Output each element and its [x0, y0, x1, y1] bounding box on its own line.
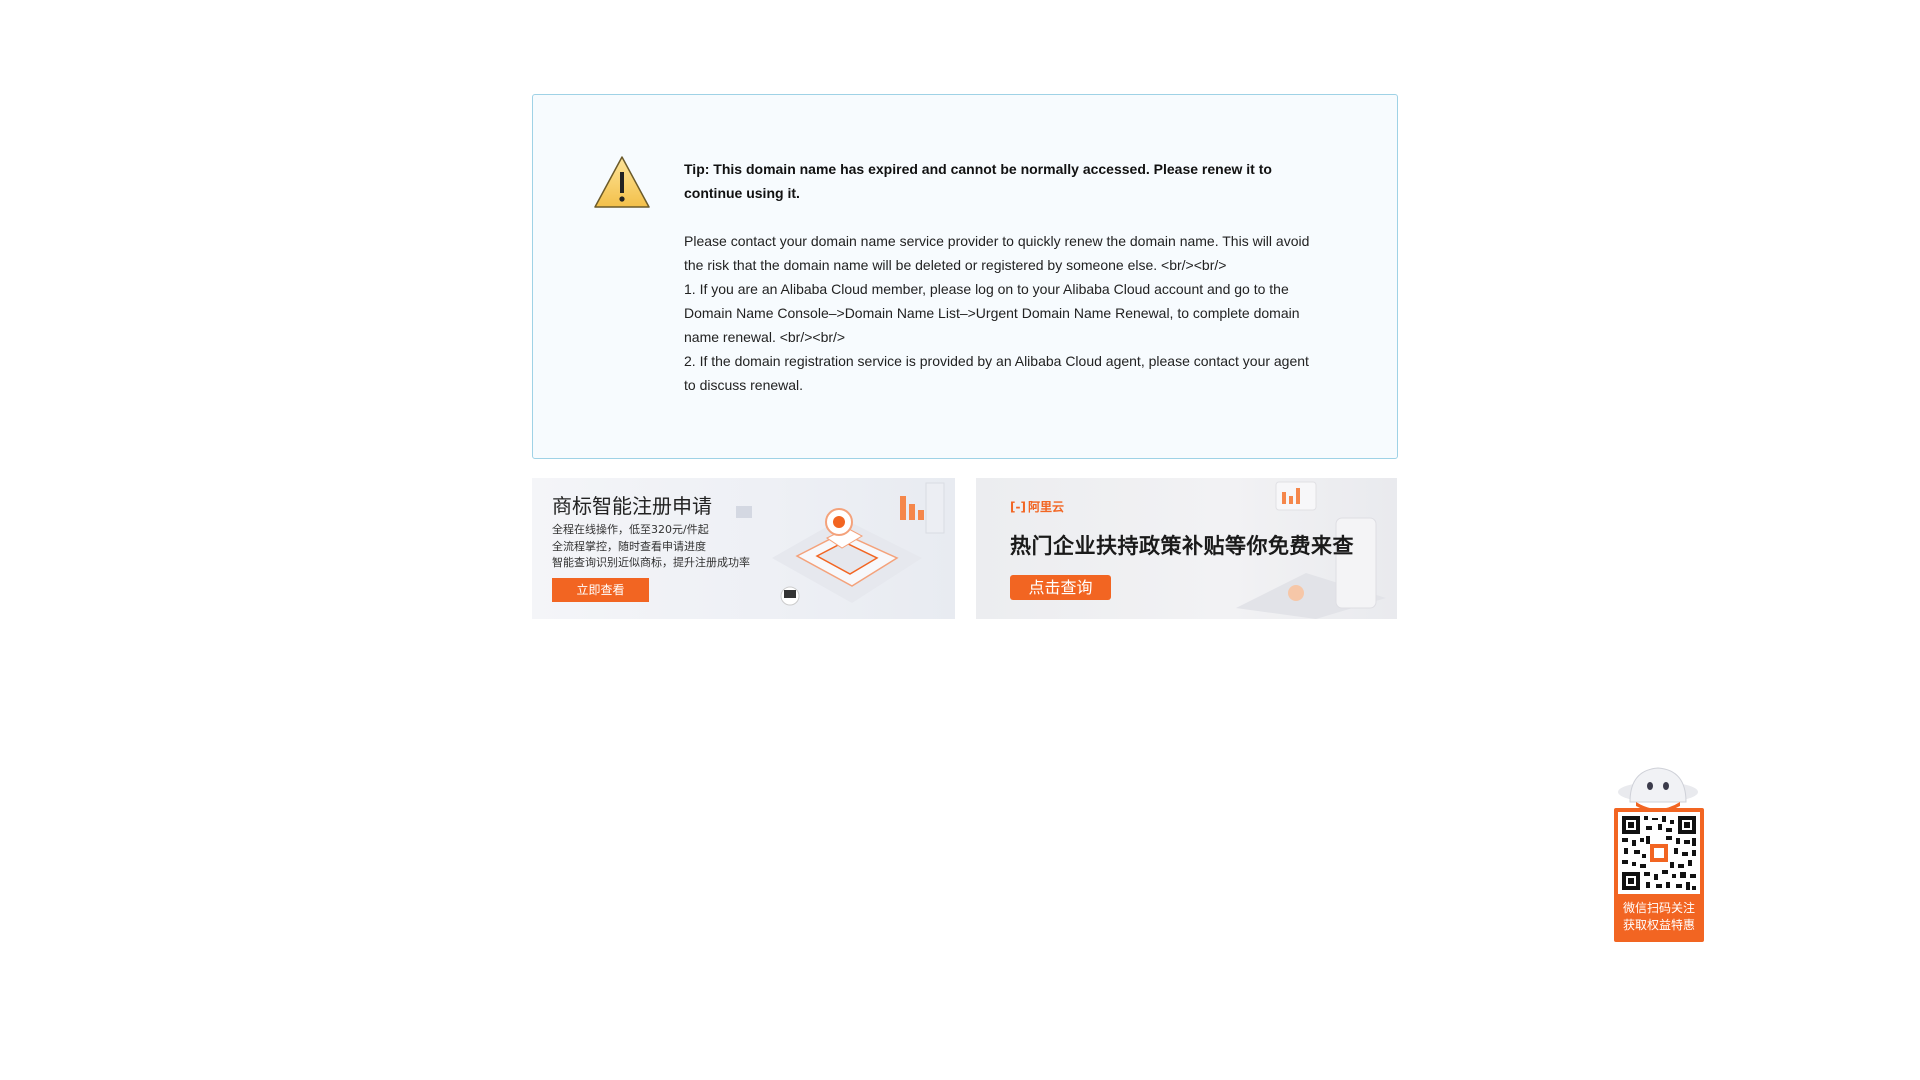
banner-line: 智能查询识别近似商标，提升注册成功率 [552, 556, 750, 569]
notice-body: Please contact your domain name service … [684, 229, 1324, 397]
aliyun-logo-icon: [-] [1010, 500, 1026, 514]
banner-line: 全程在线操作，低至320元/件起 [552, 523, 709, 536]
trademark-illustration [736, 482, 945, 606]
notice-paragraph: Please contact your domain name service … [684, 233, 1310, 273]
notice-box: Tip: This domain name has expired and ca… [532, 94, 1398, 459]
qr-code[interactable] [1618, 812, 1700, 894]
qr-caption-line: 获取权益特惠 [1622, 918, 1695, 932]
banner-title: 商标智能注册申请 [552, 494, 712, 518]
notice-title: Tip: This domain name has expired and ca… [684, 161, 1272, 201]
policy-banner[interactable]: [-] 阿里云 热门企业扶持政策补贴等你免费来查 点击查询 [976, 478, 1397, 619]
banner-title: 热门企业扶持政策补贴等你免费来查 [1010, 534, 1354, 558]
qr-caption: 微信扫码关注 获取权益特惠 [1614, 900, 1704, 934]
mascot-icon [1618, 767, 1698, 812]
aliyun-logo-text: 阿里云 [1027, 500, 1064, 514]
qr-caption-line: 微信扫码关注 [1622, 901, 1695, 915]
aliyun-logo: [-] 阿里云 [1010, 498, 1064, 515]
banner-line: 全流程掌控，随时查看申请进度 [552, 540, 706, 553]
wechat-qr-widget[interactable]: 微信扫码关注 获取权益特惠 [1612, 760, 1704, 942]
notice-content: Tip: This domain name has expired and ca… [684, 157, 1324, 397]
qr-card: 微信扫码关注 获取权益特惠 [1614, 808, 1704, 942]
query-button[interactable]: 点击查询 [1010, 575, 1111, 600]
trademark-banner[interactable]: 商标智能注册申请 全程在线操作，低至320元/件起 全流程掌控，随时查看申请进度… [532, 478, 955, 619]
notice-paragraph: 1. If you are an Alibaba Cloud member, p… [684, 281, 1300, 345]
warning-triangle-icon [594, 156, 650, 208]
view-now-button[interactable]: 立即查看 [552, 578, 649, 602]
notice-paragraph: 2. If the domain registration service is… [684, 353, 1309, 393]
